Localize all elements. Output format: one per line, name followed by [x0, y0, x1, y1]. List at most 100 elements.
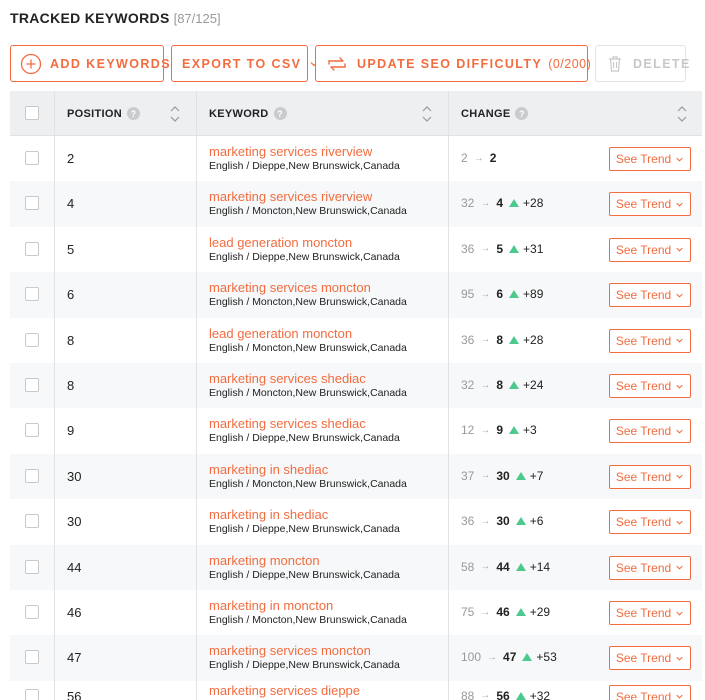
add-keywords-button[interactable]: ADD KEYWORDS: [10, 45, 170, 82]
keyword-link[interactable]: marketing services shediac: [209, 416, 366, 431]
see-trend-label: See Trend: [615, 288, 672, 303]
table-row[interactable]: 30 marketing in shediac English / Moncton,…: [10, 453, 702, 500]
row-checkbox[interactable]: [25, 332, 39, 347]
help-icon[interactable]: ?: [273, 107, 287, 120]
up-triangle-icon: [515, 562, 526, 571]
row-checkbox[interactable]: [25, 378, 39, 392]
row-checkbox[interactable]: [25, 559, 39, 574]
update-seo-difficulty-button[interactable]: UPDATE SEO DIFFICULTY (0/200): [315, 45, 608, 82]
sort-icon[interactable]: [169, 103, 181, 125]
see-trend-label: See Trend: [615, 469, 672, 484]
position-delta: +28: [523, 196, 544, 211]
keyword-location: English / Moncton,New Brunswick,Canada: [209, 477, 407, 490]
keyword-link[interactable]: marketing services moncton: [209, 280, 371, 295]
see-trend-button[interactable]: See Trend: [609, 464, 691, 489]
row-checkbox[interactable]: [25, 514, 39, 529]
previous-position: 58: [461, 559, 475, 574]
previous-position: 36: [461, 332, 475, 347]
current-position: 30: [496, 514, 510, 529]
position-change: 88 → 56 +32: [461, 689, 550, 700]
keyword-link[interactable]: marketing in shediac: [209, 507, 328, 522]
see-trend-button[interactable]: See Trend: [609, 283, 691, 308]
table-row[interactable]: 9 marketing services shediac English / Die…: [10, 408, 702, 453]
previous-position: 95: [461, 287, 475, 302]
row-checkbox[interactable]: [25, 196, 39, 211]
row-checkbox[interactable]: [25, 650, 39, 665]
column-keyword[interactable]: KEYWORD ?: [209, 91, 287, 136]
position-delta: +32: [529, 688, 551, 700]
table-row[interactable]: 6 marketing services moncton English / Mon…: [10, 272, 702, 318]
keyword-link[interactable]: marketing services moncton: [209, 643, 371, 658]
see-trend-button[interactable]: See Trend: [609, 555, 691, 580]
trash-icon: [609, 55, 621, 72]
keyword-link[interactable]: marketing services riverview: [209, 189, 372, 204]
arrow-right-icon: →: [480, 424, 491, 436]
table-row[interactable]: 4 marketing services riverview English / M…: [10, 181, 702, 227]
see-trend-button[interactable]: See Trend: [609, 684, 691, 700]
keyword-link[interactable]: marketing services riverview: [209, 144, 372, 159]
table-row[interactable]: 46 marketing in moncton English / Moncton,…: [10, 590, 702, 635]
position-change: 36 → 30 +6: [461, 514, 543, 528]
select-all-checkbox[interactable]: [25, 106, 39, 120]
sort-icon[interactable]: [421, 103, 433, 125]
row-checkbox[interactable]: [25, 151, 39, 165]
table-row[interactable]: 2 marketing services riverview English / D…: [10, 136, 702, 181]
position-value: 30: [67, 514, 82, 530]
keyword-location: English / Dieppe,New Brunswick,Canada: [209, 523, 400, 536]
keyword-link[interactable]: lead generation moncton: [209, 326, 352, 341]
column-change[interactable]: CHANGE ?: [461, 91, 529, 136]
export-csv-label: EXPORT TO CSV: [182, 56, 302, 71]
column-position[interactable]: POSITION ?: [67, 91, 140, 136]
see-trend-button[interactable]: See Trend: [609, 192, 691, 217]
delete-button[interactable]: DELETE: [595, 45, 689, 82]
help-icon[interactable]: ?: [126, 107, 140, 120]
see-trend-button[interactable]: See Trend: [609, 147, 691, 171]
row-checkbox[interactable]: [25, 605, 39, 619]
see-trend-button[interactable]: See Trend: [609, 646, 691, 671]
row-checkbox[interactable]: [25, 287, 39, 302]
see-trend-button[interactable]: See Trend: [609, 374, 691, 398]
sort-icon[interactable]: [676, 103, 688, 125]
position-value: 47: [67, 650, 82, 666]
position-value: 2: [67, 151, 75, 166]
row-checkbox[interactable]: [25, 423, 39, 438]
table-row[interactable]: 44 marketing moncton English / Dieppe,New …: [10, 544, 702, 590]
keyword-link[interactable]: marketing services dieppe: [209, 683, 360, 698]
table-row[interactable]: 30 marketing in shediac English / Dieppe,N…: [10, 499, 702, 544]
position-value: 9: [67, 423, 75, 439]
position-delta: +53: [536, 650, 557, 665]
row-checkbox[interactable]: [25, 688, 39, 700]
position-delta: +29: [529, 605, 551, 619]
keyword-link[interactable]: lead generation moncton: [209, 235, 352, 250]
column-divider: [196, 91, 197, 700]
position-delta: +3: [523, 423, 537, 438]
keyword-link[interactable]: marketing moncton: [209, 553, 320, 568]
table-row[interactable]: 5 lead generation moncton English / Dieppe…: [10, 227, 702, 272]
keyword-link[interactable]: marketing services shediac: [209, 371, 366, 386]
keyword-link[interactable]: marketing in moncton: [209, 598, 333, 613]
see-trend-button[interactable]: See Trend: [609, 237, 691, 262]
chevron-down-icon: [676, 384, 683, 389]
previous-position: 2: [461, 151, 468, 165]
export-csv-button[interactable]: EXPORT TO CSV: [171, 45, 318, 82]
row-checkbox[interactable]: [25, 241, 39, 256]
position-change: 37 → 30 +7: [461, 469, 543, 483]
chevron-down-icon: [676, 565, 683, 570]
table-row[interactable]: 47 marketing services moncton English / Di…: [10, 635, 702, 681]
up-triangle-icon: [509, 199, 520, 208]
previous-position: 36: [461, 241, 475, 256]
current-position: 46: [496, 605, 510, 619]
table-row[interactable]: 8 marketing services shediac English / Mon…: [10, 363, 702, 409]
help-icon[interactable]: ?: [515, 107, 529, 120]
chevron-down-icon: [676, 695, 683, 699]
chevron-down-icon: [676, 520, 683, 525]
see-trend-button[interactable]: See Trend: [609, 601, 691, 625]
keyword-link[interactable]: marketing in shediac: [209, 462, 328, 477]
row-checkbox[interactable]: [25, 468, 39, 483]
see-trend-button[interactable]: See Trend: [609, 510, 691, 535]
position-change: 12 → 9 +3: [461, 423, 537, 437]
table-row[interactable]: 56 marketing services dieppe 88 → 56 +32 See T…: [10, 681, 702, 700]
table-row[interactable]: 8 lead generation moncton English / Moncto…: [10, 318, 702, 363]
see-trend-button[interactable]: See Trend: [609, 328, 691, 353]
see-trend-button[interactable]: See Trend: [609, 419, 691, 444]
